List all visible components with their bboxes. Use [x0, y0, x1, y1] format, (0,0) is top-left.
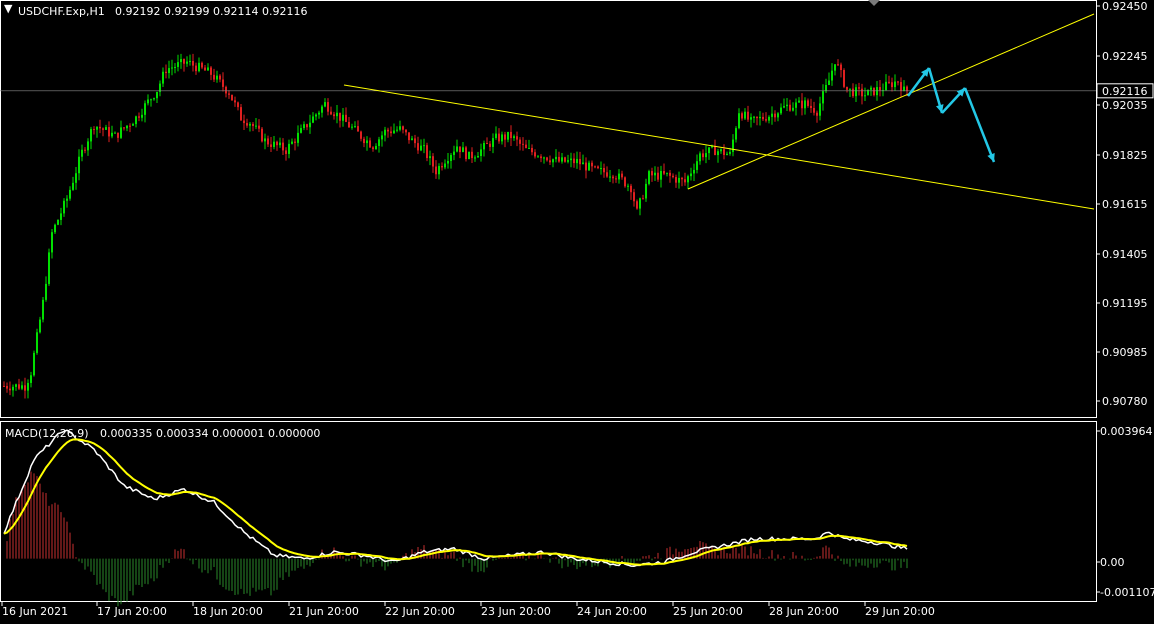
- candle: [33, 350, 35, 377]
- candle: [468, 151, 470, 160]
- current-price-label: 0.92116: [1102, 85, 1148, 98]
- price-axis-label: 0.92450: [1102, 0, 1148, 13]
- price-axis-label: 0.91615: [1102, 198, 1148, 211]
- time-axis-label: 18 Jun 20:00: [193, 605, 263, 618]
- ohlc-values: 0.92192 0.92199 0.92114 0.92116: [115, 5, 307, 18]
- time-axis-label: 29 Jun 20:00: [865, 605, 935, 618]
- candle: [42, 296, 44, 323]
- candle: [36, 328, 38, 355]
- time-axis-label: 17 Jun 20:00: [97, 605, 167, 618]
- price-axis-label: 0.92245: [1102, 50, 1148, 63]
- symbol-label: USDCHF.Exp,H1: [18, 5, 105, 18]
- trading-chart[interactable]: 0.92450 0.92245 0.92035 0.91825 0.91615 0.914…: [0, 0, 1154, 620]
- price-axis-label: 0.92035: [1102, 99, 1148, 112]
- price-axis-label: 0.91825: [1102, 149, 1148, 162]
- price-axis-label: 0.91195: [1102, 297, 1148, 310]
- candle: [231, 94, 233, 101]
- time-axis-label: 16 Jun 2021: [2, 605, 68, 618]
- price-axis-label: 0.91405: [1102, 248, 1148, 261]
- time-axis-label: 22 Jun 20:00: [385, 605, 455, 618]
- chart-canvas[interactable]: 0.92450 0.92245 0.92035 0.91825 0.91615 0.914…: [0, 0, 1154, 620]
- macd-axis-label: 0.00: [1100, 556, 1125, 569]
- macd-axis-label: -0.001107: [1100, 586, 1154, 599]
- time-axis-label: 23 Jun 20:00: [481, 605, 551, 618]
- time-axis-label: 25 Jun 20:00: [673, 605, 743, 618]
- chart-background: [0, 0, 1154, 620]
- macd-values: 0.000335 0.000334 0.000001 0.000000: [100, 427, 320, 440]
- price-axis-label: 0.90985: [1102, 346, 1148, 359]
- candle: [624, 176, 626, 188]
- time-axis-label: 24 Jun 20:00: [577, 605, 647, 618]
- time-axis-label: 21 Jun 20:00: [289, 605, 359, 618]
- candle: [648, 169, 650, 186]
- dropdown-triangle-icon[interactable]: ▼: [4, 2, 13, 15]
- price-axis-label: 0.90780: [1102, 395, 1148, 408]
- time-axis-label: 28 Jun 20:00: [769, 605, 839, 618]
- macd-label: MACD(12,26,9): [5, 427, 89, 440]
- candle: [48, 248, 50, 286]
- candle: [867, 89, 869, 96]
- macd-axis-label: 0.003964: [1100, 425, 1153, 438]
- candle: [261, 127, 263, 143]
- candle: [843, 68, 845, 89]
- candle: [57, 219, 59, 226]
